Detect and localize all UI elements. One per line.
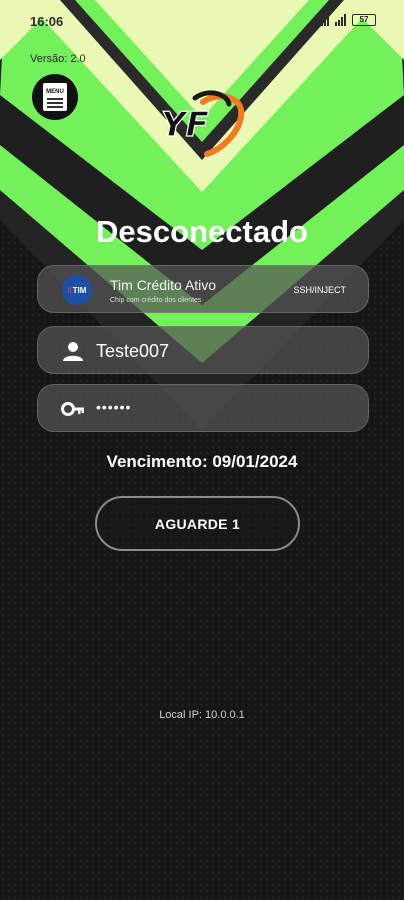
status-bar: 16:06 57 [0, 0, 404, 44]
server-name: Tim Crédito Ativo [110, 277, 217, 293]
status-time: 16:06 [30, 14, 64, 29]
tim-logo-icon: ‖ TIM [62, 275, 92, 305]
menu-button[interactable]: MENU [32, 74, 78, 120]
menu-icon: MENU [43, 83, 67, 111]
signal-icon [335, 14, 346, 26]
expiry-label: Vencimento: 09/01/2024 [106, 452, 298, 471]
menu-label: MENU [46, 89, 64, 95]
server-selector[interactable]: ‖ TIM Tim Crédito Ativo Chip com crédito … [37, 265, 369, 313]
server-description: Chip com crédito dos clientes [110, 297, 202, 304]
server-mode: SSH/INJECT [293, 285, 346, 295]
signal-icon [318, 14, 329, 26]
username-value: Teste007 [96, 341, 170, 361]
key-icon [61, 402, 84, 416]
app-logo: YF [160, 90, 245, 157]
user-icon [63, 342, 83, 361]
username-field[interactable]: Teste007 [37, 326, 369, 374]
version-label: Versão: 2.0 [30, 53, 86, 65]
connect-button[interactable]: AGUARDE 1 [95, 496, 300, 551]
svg-text:YF: YF [161, 105, 209, 145]
connection-state: Desconectado [96, 214, 308, 249]
battery-icon: 57 [352, 14, 376, 26]
password-field[interactable]: •••••• [37, 384, 369, 432]
operator-label: TIM [72, 285, 87, 295]
local-ip-label: Local IP: 10.0.0.1 [159, 709, 245, 721]
password-value: •••••• [96, 399, 132, 415]
status-icons: 57 [318, 14, 376, 26]
